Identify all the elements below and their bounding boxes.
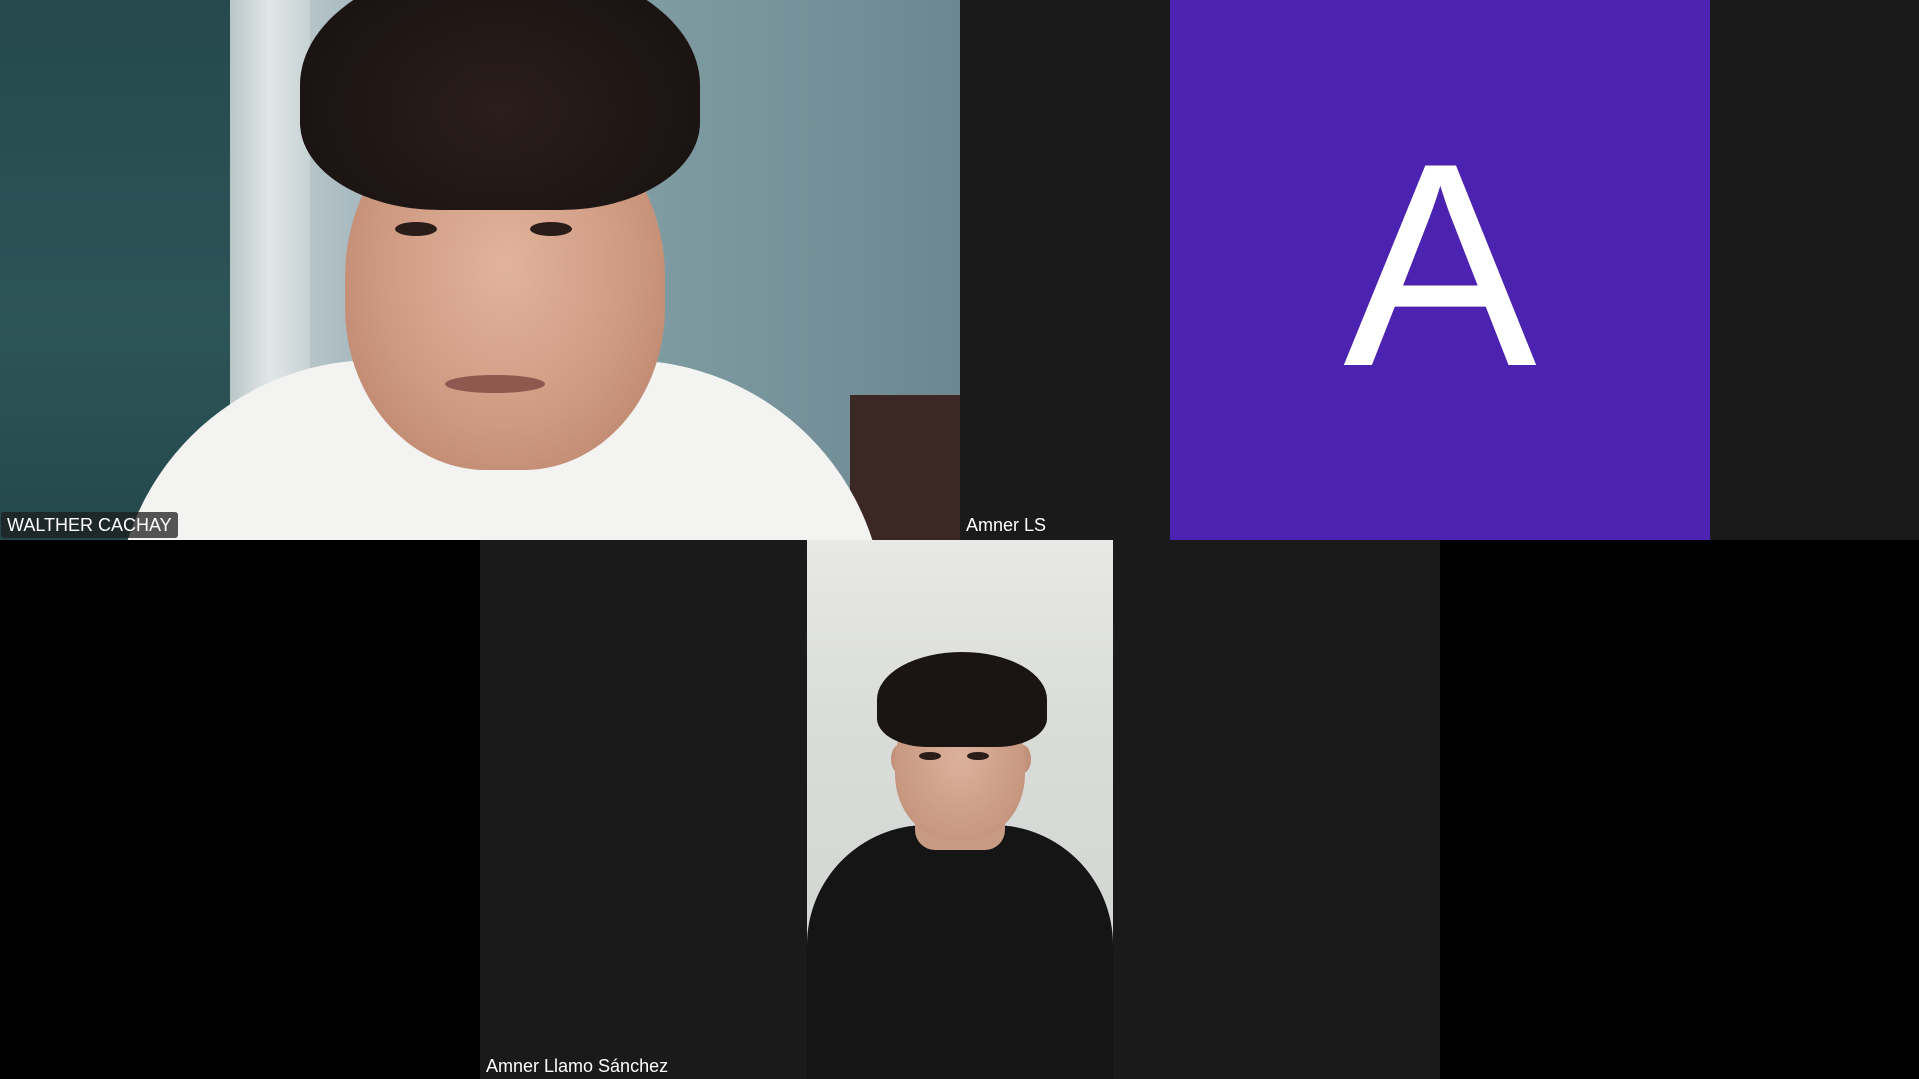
participant-hair	[300, 0, 700, 210]
participant-video	[0, 0, 960, 540]
participant-avatar: A	[1170, 0, 1710, 540]
participant-tile-walther[interactable]: WALTHER CACHAY	[0, 0, 960, 540]
participant-name-label: WALTHER CACHAY	[1, 512, 178, 538]
participant-mouth	[445, 375, 545, 393]
participant-video	[807, 540, 1113, 1079]
video-background-furniture	[850, 395, 960, 540]
participant-tile-amner-llamo[interactable]: Amner Llamo Sánchez	[480, 540, 1440, 1079]
participant-name-label: Amner Llamo Sánchez	[486, 1056, 669, 1076]
avatar-initial: A	[1343, 103, 1537, 427]
participant-eye-right	[530, 222, 572, 236]
participant-hair	[877, 652, 1047, 747]
participant-eye-left	[395, 222, 437, 236]
participant-tile-amner-ls[interactable]: A Amner LS	[960, 0, 1919, 540]
participant-eye-right	[967, 752, 989, 760]
meeting-gallery-view: WALTHER CACHAY A Amner LS Amner Llamo Sá…	[0, 0, 1919, 1079]
participant-eye-left	[919, 752, 941, 760]
participant-body	[807, 825, 1113, 1079]
participant-name-label: Amner LS	[966, 515, 1047, 535]
